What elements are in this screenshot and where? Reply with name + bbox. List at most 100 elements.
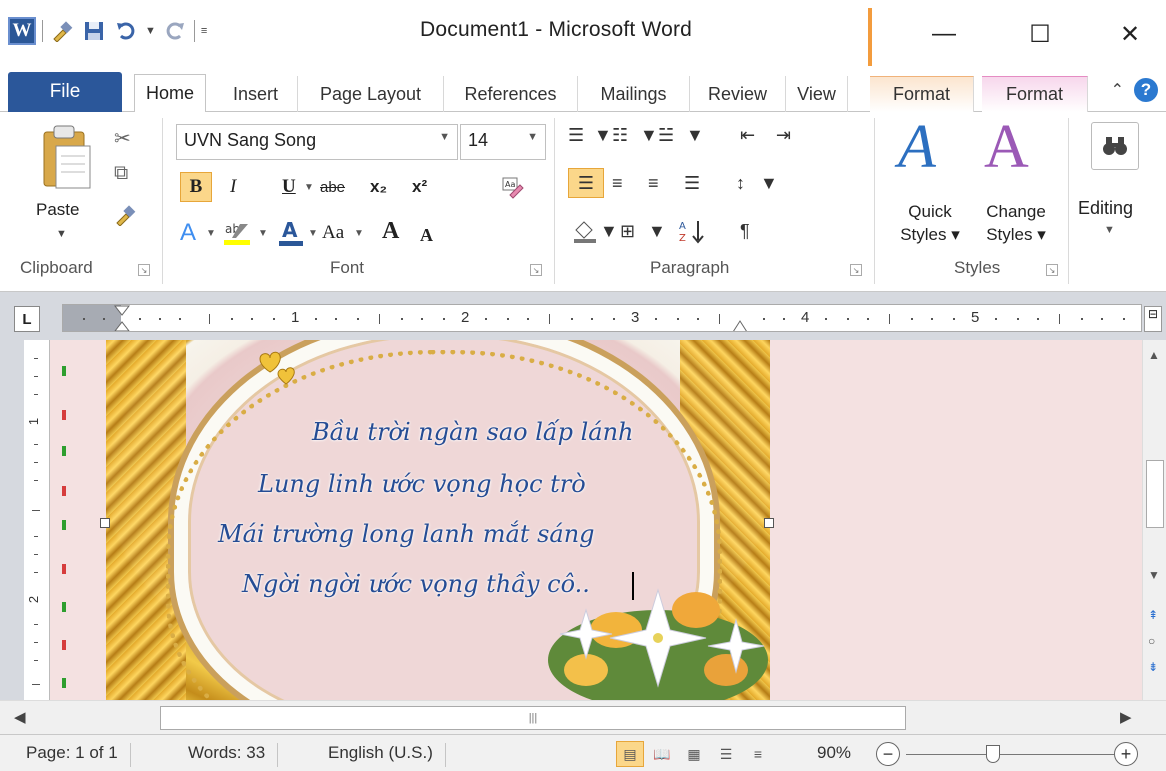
styles-launcher-icon[interactable]: ↘ <box>1046 264 1058 276</box>
document-area[interactable]: Bầu trời ngàn sao lấp lánh Lung linh ước… <box>50 340 1142 700</box>
view-ruler-icon[interactable]: ⊟ <box>1144 306 1162 332</box>
outline-view-icon[interactable]: ☰ <box>712 741 740 767</box>
shrink-font-button[interactable]: A <box>420 220 433 250</box>
shading-dropdown-icon[interactable]: ▼ <box>600 216 618 246</box>
line-spacing-dropdown-icon[interactable]: ▼ <box>760 168 778 198</box>
scroll-right-icon[interactable]: ▶ <box>1120 708 1132 726</box>
word-logo-icon[interactable]: W <box>8 17 36 45</box>
tab-review[interactable]: Review <box>690 76 786 112</box>
next-page-icon[interactable]: ⇟ <box>1148 660 1158 674</box>
font-color-dropdown-icon[interactable]: ▼ <box>308 218 318 248</box>
zoom-level[interactable]: 90% <box>817 743 851 763</box>
poem-line-3[interactable]: Mái trường long lanh mắt sáng <box>218 520 595 548</box>
tab-insert[interactable]: Insert <box>214 76 298 112</box>
numbering-icon[interactable]: ☷ <box>612 120 628 150</box>
superscript-button[interactable]: x² <box>412 172 427 202</box>
subscript-button[interactable]: x₂ <box>370 172 387 202</box>
highlight-color-icon[interactable]: ab <box>222 218 252 248</box>
maximize-button[interactable]: ☐ <box>1004 14 1076 54</box>
select-browse-object-icon[interactable]: ○ <box>1148 634 1155 648</box>
scroll-left-icon[interactable]: ◀ <box>14 708 26 726</box>
borders-icon[interactable]: ⊞ <box>620 216 635 246</box>
scroll-up-icon[interactable]: ▲ <box>1148 348 1160 362</box>
align-right-button[interactable]: ≡ <box>648 168 659 198</box>
paste-dropdown-icon[interactable]: ▼ <box>56 228 67 240</box>
customize-qat-icon[interactable]: ≡ <box>201 25 207 37</box>
poem-line-1[interactable]: Bầu trời ngàn sao lấp lánh <box>312 418 634 446</box>
clipboard-launcher-icon[interactable]: ↘ <box>138 264 150 276</box>
copy-icon[interactable]: ⧉ <box>114 162 128 185</box>
multilevel-dropdown-icon[interactable]: ▼ <box>686 120 704 150</box>
poem-line-2[interactable]: Lung linh ước vọng học trò <box>258 470 586 498</box>
minimize-button[interactable]: — <box>908 14 980 54</box>
bullets-dropdown-icon[interactable]: ▼ <box>594 120 612 150</box>
change-case-dropdown-icon[interactable]: ▼ <box>354 218 364 248</box>
paragraph-launcher-icon[interactable]: ↘ <box>850 264 862 276</box>
tab-mailings[interactable]: Mailings <box>578 76 690 112</box>
scroll-down-icon[interactable]: ▼ <box>1148 568 1160 582</box>
align-center-button[interactable]: ≡ <box>612 168 623 198</box>
tab-format-picture[interactable]: Format <box>870 76 974 112</box>
language-indicator[interactable]: English (U.S.) <box>328 743 446 767</box>
strikethrough-button[interactable]: abe <box>320 172 345 202</box>
tab-references[interactable]: References <box>444 76 578 112</box>
resize-handle-right[interactable] <box>764 518 774 528</box>
resize-handle-left[interactable] <box>100 518 110 528</box>
undo-dropdown-icon[interactable]: ▼ <box>145 25 156 37</box>
text-effects-dropdown-icon[interactable]: ▼ <box>206 218 216 248</box>
grow-font-button[interactable]: A <box>382 216 399 246</box>
justify-button[interactable]: ☰ <box>684 168 700 198</box>
quick-styles-icon[interactable]: A <box>898 112 936 183</box>
increase-indent-icon[interactable]: ⇥ <box>776 120 791 150</box>
shading-icon[interactable] <box>572 216 598 246</box>
change-styles-icon[interactable]: A <box>984 112 1029 183</box>
draft-view-icon[interactable]: ≡ <box>744 741 772 767</box>
tab-selector-button[interactable]: L <box>14 306 40 332</box>
format-painter-icon[interactable] <box>49 18 75 44</box>
font-launcher-icon[interactable]: ↘ <box>530 264 542 276</box>
bullets-icon[interactable]: ☰ <box>568 120 584 150</box>
tab-format-drawing[interactable]: Format <box>982 76 1088 112</box>
tab-home[interactable]: Home <box>134 74 206 113</box>
line-spacing-icon[interactable]: ↕ <box>736 168 745 198</box>
align-left-button[interactable]: ☰ <box>568 168 604 198</box>
zoom-in-button[interactable]: + <box>1114 742 1138 766</box>
text-effects-icon[interactable]: A <box>180 218 196 248</box>
paste-button-label[interactable]: Paste <box>36 200 79 220</box>
underline-button[interactable]: U <box>282 172 296 202</box>
save-icon[interactable] <box>81 18 107 44</box>
font-size-input[interactable]: 14 ▼ <box>460 124 546 160</box>
underline-dropdown-icon[interactable]: ▼ <box>304 172 314 202</box>
vertical-ruler[interactable]: 1 2 <box>24 340 50 700</box>
horizontal-ruler[interactable]: 1 2 3 4 5 <box>62 304 1142 332</box>
zoom-slider-thumb[interactable] <box>986 745 1001 763</box>
zoom-out-button[interactable]: − <box>876 742 900 766</box>
sort-icon[interactable]: AZ <box>678 216 706 246</box>
font-size-dropdown-icon[interactable]: ▼ <box>527 131 538 143</box>
highlight-dropdown-icon[interactable]: ▼ <box>258 218 268 248</box>
full-screen-reading-icon[interactable]: 📖 <box>648 741 676 767</box>
minimize-ribbon-icon[interactable]: ⌃ <box>1111 80 1124 100</box>
right-indent-marker[interactable] <box>731 317 749 332</box>
poem-line-4[interactable]: Ngời ngời ước vọng thầy cô.. <box>242 570 590 598</box>
change-case-button[interactable]: Aa <box>322 218 344 248</box>
decrease-indent-icon[interactable]: ⇤ <box>740 120 755 150</box>
close-button[interactable]: ✕ <box>1094 14 1166 54</box>
clear-formatting-icon[interactable]: Aa <box>500 172 524 202</box>
web-layout-icon[interactable]: ▦ <box>680 741 708 767</box>
multilevel-list-icon[interactable]: ☱ <box>658 120 674 150</box>
horizontal-scroll-thumb[interactable]: ||| <box>160 706 906 730</box>
format-painter-ribbon-icon[interactable] <box>114 204 136 232</box>
undo-icon[interactable] <box>113 18 139 44</box>
bold-button[interactable]: B <box>180 172 212 202</box>
borders-dropdown-icon[interactable]: ▼ <box>648 216 666 246</box>
binoculars-icon[interactable] <box>1091 122 1139 170</box>
font-name-dropdown-icon[interactable]: ▼ <box>439 131 450 143</box>
tab-view[interactable]: View <box>786 76 848 112</box>
help-icon[interactable]: ? <box>1134 78 1158 102</box>
word-count[interactable]: Words: 33 <box>188 743 279 767</box>
tab-file[interactable]: File <box>8 72 122 112</box>
show-formatting-button[interactable]: ¶ <box>740 216 750 246</box>
numbering-dropdown-icon[interactable]: ▼ <box>640 120 658 150</box>
editing-dropdown-icon[interactable]: ▼ <box>1104 224 1115 236</box>
